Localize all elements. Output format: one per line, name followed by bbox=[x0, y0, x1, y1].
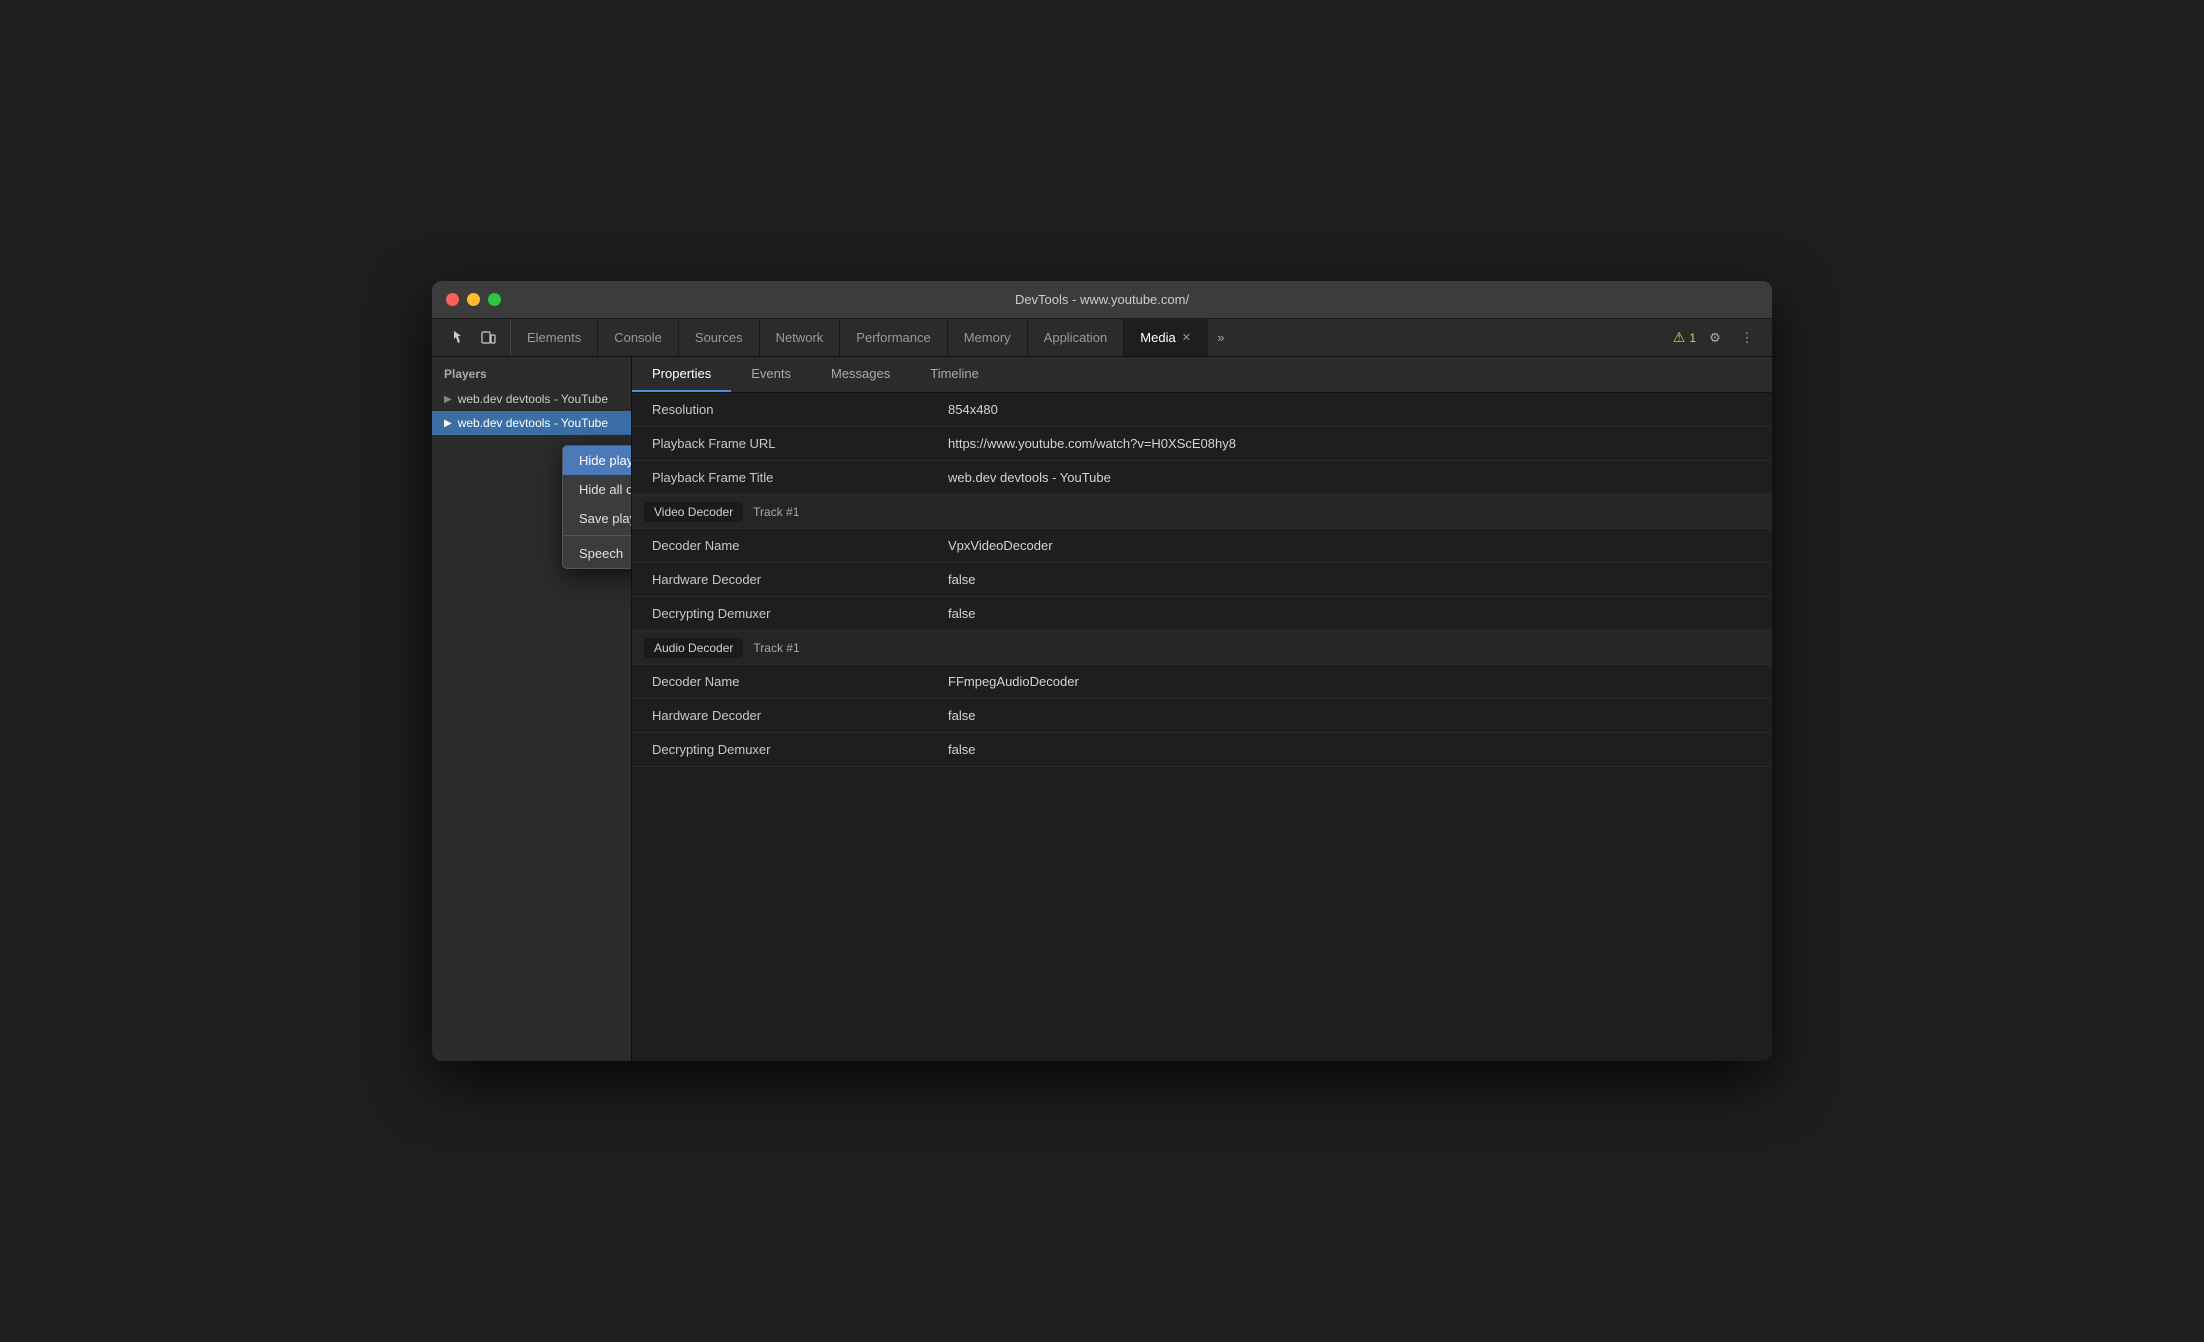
settings-button[interactable]: ⚙ bbox=[1702, 325, 1728, 351]
context-menu-speech[interactable]: Speech ▶ bbox=[563, 538, 632, 568]
prop-row-resolution: Resolution 854x480 bbox=[632, 393, 1772, 427]
prop-key-title: Playback Frame Title bbox=[632, 462, 932, 493]
tab-elements[interactable]: Elements bbox=[511, 319, 598, 356]
more-tabs-button[interactable]: » bbox=[1208, 325, 1234, 351]
prop-val-vdecoder-name: VpxVideoDecoder bbox=[932, 530, 1772, 561]
tab-memory[interactable]: Memory bbox=[948, 319, 1028, 356]
arrow-icon-1: ▶ bbox=[444, 394, 452, 405]
prop-row-vdecrypt-demux: Decrypting Demuxer false bbox=[632, 597, 1772, 631]
prop-row-vdecoder-name: Decoder Name VpxVideoDecoder bbox=[632, 529, 1772, 563]
video-decoder-header: Video Decoder Track #1 bbox=[632, 495, 1772, 529]
devtools-window: DevTools - www.youtube.com/ Elements Con… bbox=[432, 281, 1772, 1061]
player-label-1: web.dev devtools - YouTube bbox=[458, 392, 608, 406]
properties-table: Resolution 854x480 Playback Frame URL ht… bbox=[632, 393, 1772, 1061]
prop-key-adecoder-name: Decoder Name bbox=[632, 666, 932, 697]
sidebar: Players ▶ web.dev devtools - YouTube ▶ w… bbox=[432, 357, 632, 1061]
context-menu-separator bbox=[563, 535, 632, 536]
main-area: Players ▶ web.dev devtools - YouTube ▶ w… bbox=[432, 357, 1772, 1061]
context-menu-save-info[interactable]: Save player info bbox=[563, 504, 632, 533]
audio-decoder-header: Audio Decoder Track #1 bbox=[632, 631, 1772, 665]
tab-performance[interactable]: Performance bbox=[840, 319, 947, 356]
tab-bar: Elements Console Sources Network Perform… bbox=[511, 319, 1665, 356]
prop-val-ahw-decoder: false bbox=[932, 700, 1772, 731]
video-decoder-badge: Video Decoder bbox=[644, 502, 743, 522]
toolbar-icons bbox=[436, 319, 511, 356]
prop-val-url: https://www.youtube.com/watch?v=H0XScE08… bbox=[932, 428, 1772, 459]
sidebar-header: Players bbox=[432, 357, 631, 387]
subtab-properties[interactable]: Properties bbox=[632, 357, 731, 392]
toolbar: Elements Console Sources Network Perform… bbox=[432, 319, 1772, 357]
prop-key-url: Playback Frame URL bbox=[632, 428, 932, 459]
content-area: Properties Events Messages Timeline Reso… bbox=[632, 357, 1772, 1061]
tab-media[interactable]: Media ✕ bbox=[1124, 319, 1208, 356]
player-label-2: web.dev devtools - YouTube bbox=[458, 416, 608, 430]
context-menu: Hide player Hide all others Save player … bbox=[562, 445, 632, 569]
titlebar: DevTools - www.youtube.com/ bbox=[432, 281, 1772, 319]
warning-count: 1 bbox=[1689, 331, 1696, 345]
prop-val-adecrypt-demux: false bbox=[932, 734, 1772, 765]
prop-row-title: Playback Frame Title web.dev devtools - … bbox=[632, 461, 1772, 495]
sub-tabs: Properties Events Messages Timeline bbox=[632, 357, 1772, 393]
prop-val-vdecrypt-demux: false bbox=[932, 598, 1772, 629]
subtab-messages[interactable]: Messages bbox=[811, 357, 910, 392]
traffic-lights bbox=[446, 293, 501, 306]
player-item-2[interactable]: ▶ web.dev devtools - YouTube bbox=[432, 411, 631, 435]
warning-badge[interactable]: ⚠ 1 bbox=[1673, 329, 1696, 346]
prop-val-adecoder-name: FFmpegAudioDecoder bbox=[932, 666, 1772, 697]
toolbar-right: ⚠ 1 ⚙ ⋮ bbox=[1665, 325, 1768, 351]
prop-val-title: web.dev devtools - YouTube bbox=[932, 462, 1772, 493]
minimize-button[interactable] bbox=[467, 293, 480, 306]
tab-network[interactable]: Network bbox=[760, 319, 841, 356]
prop-row-adecrypt-demux: Decrypting Demuxer false bbox=[632, 733, 1772, 767]
prop-key-adecrypt-demux: Decrypting Demuxer bbox=[632, 734, 932, 765]
prop-row-vhw-decoder: Hardware Decoder false bbox=[632, 563, 1772, 597]
prop-row-url: Playback Frame URL https://www.youtube.c… bbox=[632, 427, 1772, 461]
audio-track-label: Track #1 bbox=[753, 641, 799, 655]
more-options-button[interactable]: ⋮ bbox=[1734, 325, 1760, 351]
window-title: DevTools - www.youtube.com/ bbox=[1015, 292, 1189, 307]
prop-key-vdecoder-name: Decoder Name bbox=[632, 530, 932, 561]
audio-decoder-badge: Audio Decoder bbox=[644, 638, 743, 658]
prop-val-resolution: 854x480 bbox=[932, 394, 1772, 425]
prop-key-resolution: Resolution bbox=[632, 394, 932, 425]
arrow-icon-2: ▶ bbox=[444, 418, 452, 429]
tab-media-close[interactable]: ✕ bbox=[1182, 331, 1191, 344]
prop-row-adecoder-name: Decoder Name FFmpegAudioDecoder bbox=[632, 665, 1772, 699]
context-menu-hide-player[interactable]: Hide player bbox=[563, 446, 632, 475]
context-menu-hide-all[interactable]: Hide all others bbox=[563, 475, 632, 504]
player-item-1[interactable]: ▶ web.dev devtools - YouTube bbox=[432, 387, 631, 411]
prop-key-vhw-decoder: Hardware Decoder bbox=[632, 564, 932, 595]
prop-key-vdecrypt-demux: Decrypting Demuxer bbox=[632, 598, 932, 629]
prop-val-vhw-decoder: false bbox=[932, 564, 1772, 595]
tab-sources[interactable]: Sources bbox=[679, 319, 760, 356]
device-icon[interactable] bbox=[474, 325, 502, 351]
video-track-label: Track #1 bbox=[753, 505, 799, 519]
inspect-icon[interactable] bbox=[444, 325, 472, 351]
subtab-events[interactable]: Events bbox=[731, 357, 811, 392]
maximize-button[interactable] bbox=[488, 293, 501, 306]
prop-row-ahw-decoder: Hardware Decoder false bbox=[632, 699, 1772, 733]
close-button[interactable] bbox=[446, 293, 459, 306]
warning-icon: ⚠ bbox=[1673, 329, 1686, 346]
subtab-timeline[interactable]: Timeline bbox=[910, 357, 999, 392]
tab-application[interactable]: Application bbox=[1028, 319, 1125, 356]
tab-console[interactable]: Console bbox=[598, 319, 679, 356]
prop-key-ahw-decoder: Hardware Decoder bbox=[632, 700, 932, 731]
